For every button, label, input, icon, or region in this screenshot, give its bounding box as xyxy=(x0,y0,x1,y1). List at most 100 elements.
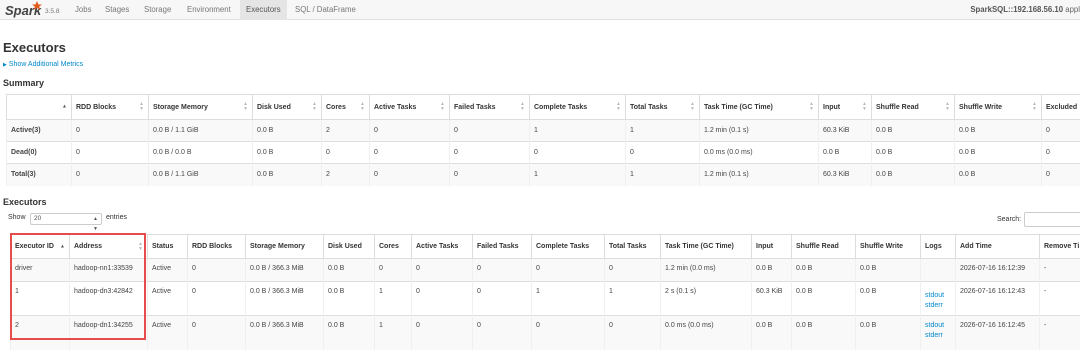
stdout-link[interactable]: stdout xyxy=(925,291,951,301)
summary-col-complete-tasks[interactable]: Complete Tasks ▲ ▼ xyxy=(529,94,626,120)
col-status[interactable]: Status xyxy=(147,234,188,259)
cell-logs xyxy=(920,258,956,282)
col-cores[interactable]: Cores xyxy=(374,234,412,259)
nav-tab-storage[interactable]: Storage xyxy=(138,0,177,20)
cell-complete-tasks: 1 xyxy=(531,281,605,316)
show-metrics-label: Show Additional Metrics xyxy=(8,61,84,68)
summary-col-cores[interactable]: Cores ▲ ▼ xyxy=(321,94,370,120)
summary-cell: 0.0 B xyxy=(818,141,872,164)
cell-storage-memory: 0.0 B / 366.3 MiB xyxy=(245,315,324,350)
cell-task-time: 0.0 ms (0.0 ms) xyxy=(660,315,752,350)
summary-col-shuffle-write[interactable]: Shuffle Write ▲ ▼ xyxy=(954,94,1042,120)
cell-logs: stdout stderr xyxy=(920,281,956,316)
col-shuffle-write[interactable]: Shuffle Write xyxy=(855,234,921,259)
spark-logo[interactable]: Spark 3.5.8 xyxy=(4,0,62,20)
cell-status: Active xyxy=(147,258,188,282)
summary-cell: 0 xyxy=(625,141,700,164)
cell-disk-used: 0.0 B xyxy=(323,258,375,282)
summary-cell: 0.0 B xyxy=(252,119,322,142)
summary-col-failed-tasks[interactable]: Failed Tasks ▲ ▼ xyxy=(449,94,530,120)
sort-icon: ▲ ▼ xyxy=(312,101,317,112)
cell-task-time: 1.2 min (0.0 ms) xyxy=(660,258,752,282)
summary-col-active-tasks[interactable]: Active Tasks ▲ ▼ xyxy=(369,94,450,120)
cell-input: 60.3 KiB xyxy=(751,281,792,316)
spark-logo-icon: Spark xyxy=(5,1,42,18)
search-input[interactable] xyxy=(1024,212,1080,227)
summary-cell: 0.0 B xyxy=(871,163,955,186)
col-remove-time[interactable]: Remove Ti xyxy=(1039,234,1080,259)
cell-task-time: 2 s (0.1 s) xyxy=(660,281,752,316)
nav-tab-jobs[interactable]: Jobs xyxy=(69,0,97,20)
table-row-executor-1: 1 hadoop-dn3:42842 Active 0 0.0 B / 366.… xyxy=(10,281,1080,316)
summary-cell: 0.0 B xyxy=(954,163,1042,186)
stderr-link[interactable]: stderr xyxy=(925,331,951,341)
summary-cell: 0.0 B / 0.0 B xyxy=(148,141,253,164)
summary-cell: Dead(0) xyxy=(6,141,72,164)
summary-row-dead: Dead(0) 0 0.0 B / 0.0 B 0.0 B 0 0 0 0 0 … xyxy=(6,141,1080,164)
sort-asc-icon: ▲ xyxy=(62,103,67,110)
cell-failed-tasks: 0 xyxy=(472,315,532,350)
sort-icon: ▲ ▼ xyxy=(862,101,867,112)
col-storage-memory[interactable]: Storage Memory xyxy=(245,234,324,259)
summary-col-shuffle-read[interactable]: Shuffle Read ▲ ▼ xyxy=(871,94,955,120)
summary-cell: 0.0 B xyxy=(954,141,1042,164)
col-address[interactable]: Address ▲ ▼ xyxy=(69,234,148,259)
cell-complete-tasks: 0 xyxy=(531,258,605,282)
summary-cell: 1 xyxy=(625,163,700,186)
col-executor-id[interactable]: Executor ID ▲ xyxy=(10,234,70,259)
cell-rdd-blocks: 0 xyxy=(187,258,246,282)
sort-icon: ▲ ▼ xyxy=(360,101,365,112)
cell-add-time: 2026-07-16 16:12:43 xyxy=(955,281,1040,316)
stdout-link[interactable]: stdout xyxy=(925,321,951,331)
col-shuffle-read[interactable]: Shuffle Read xyxy=(791,234,856,259)
summary-col-input[interactable]: Input ▲ ▼ xyxy=(818,94,872,120)
cell-shuffle-write: 0.0 B xyxy=(855,258,921,282)
summary-cell: 0.0 B xyxy=(252,163,322,186)
cell-disk-used: 0.0 B xyxy=(323,281,375,316)
entries-label: entries xyxy=(106,214,128,221)
nav-tab-environment[interactable]: Environment xyxy=(181,0,237,20)
col-task-time[interactable]: Task Time (GC Time) xyxy=(660,234,752,259)
col-input[interactable]: Input xyxy=(751,234,792,259)
summary-col-total-tasks[interactable]: Total Tasks ▲ ▼ xyxy=(625,94,700,120)
col-complete-tasks[interactable]: Complete Tasks xyxy=(531,234,605,259)
cell-active-tasks: 0 xyxy=(411,315,473,350)
summary-table: ▲ RDD Blocks ▲ ▼ Storage Memory ▲ ▼ Disk Use… xyxy=(6,94,1080,186)
summary-col-label[interactable]: ▲ xyxy=(6,94,72,120)
page-size-select[interactable]: 20 ▲ ▼ xyxy=(30,213,102,232)
nav-tab-stages[interactable]: Stages xyxy=(99,0,135,20)
summary-col-storage-memory[interactable]: Storage Memory ▲ ▼ xyxy=(148,94,253,120)
cell-shuffle-read: 0.0 B xyxy=(791,281,856,316)
sort-icon: ▲ ▼ xyxy=(809,101,814,112)
sort-icon: ▲ ▼ xyxy=(520,101,525,112)
summary-cell: 0 xyxy=(369,163,450,186)
cell-input: 0.0 B xyxy=(751,315,792,350)
cell-add-time: 2026-07-16 16:12:39 xyxy=(955,258,1040,282)
col-total-tasks[interactable]: Total Tasks xyxy=(604,234,661,259)
show-additional-metrics-link[interactable]: ▶ Show Additional Metrics xyxy=(3,61,83,68)
col-active-tasks[interactable]: Active Tasks xyxy=(411,234,473,259)
stderr-link[interactable]: stderr xyxy=(925,301,951,311)
col-disk-used[interactable]: Disk Used xyxy=(323,234,375,259)
summary-cell: 1.2 min (0.1 s) xyxy=(699,163,819,186)
summary-cell: 1 xyxy=(625,119,700,142)
col-add-time[interactable]: Add Time xyxy=(955,234,1040,259)
summary-cell: 2 xyxy=(321,163,370,186)
summary-cell: 0 xyxy=(529,141,626,164)
table-row-driver: driver hadoop-nn1:33539 Active 0 0.0 B /… xyxy=(10,258,1080,282)
summary-col-disk-used[interactable]: Disk Used ▲ ▼ xyxy=(252,94,322,120)
summary-col-rdd-blocks[interactable]: RDD Blocks ▲ ▼ xyxy=(71,94,149,120)
summary-cell: 0 xyxy=(1041,163,1080,186)
cell-rdd-blocks: 0 xyxy=(187,281,246,316)
summary-cell: 60.3 KiB xyxy=(818,119,872,142)
col-rdd-blocks[interactable]: RDD Blocks xyxy=(187,234,246,259)
cell-failed-tasks: 0 xyxy=(472,281,532,316)
summary-cell: 0.0 ms (0.0 ms) xyxy=(699,141,819,164)
summary-col-excluded[interactable]: Excluded xyxy=(1041,94,1080,120)
summary-col-task-time[interactable]: Task Time (GC Time) ▲ ▼ xyxy=(699,94,819,120)
nav-tab-sql[interactable]: SQL / DataFrame xyxy=(289,0,362,20)
col-failed-tasks[interactable]: Failed Tasks xyxy=(472,234,532,259)
col-logs[interactable]: Logs xyxy=(920,234,956,259)
nav-tab-executors[interactable]: Executors xyxy=(240,0,287,20)
sort-asc-icon: ▲ xyxy=(60,243,65,249)
